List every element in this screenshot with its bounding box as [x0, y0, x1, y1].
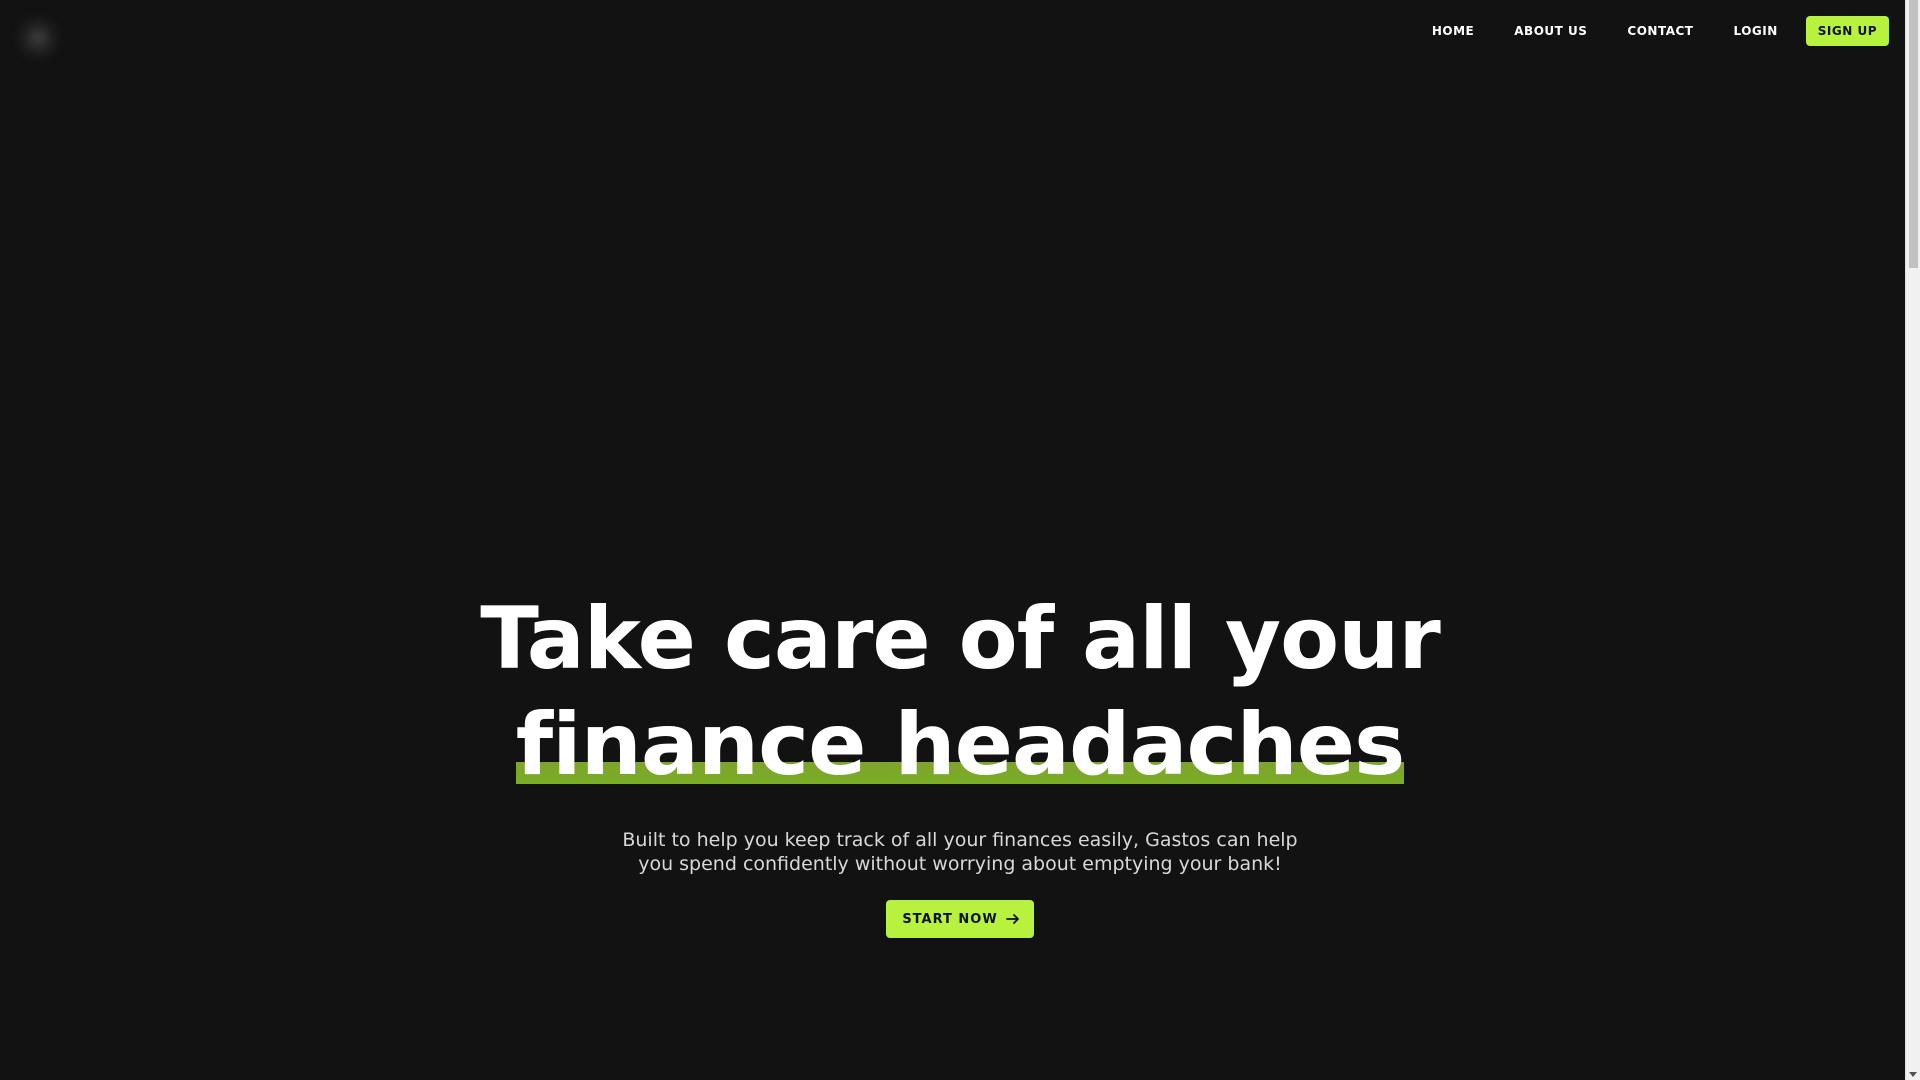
start-now-label: START NOW [902, 911, 998, 927]
nav-about-link[interactable]: ABOUT US [1494, 24, 1607, 38]
arrow-right-icon [1005, 912, 1020, 926]
start-now-button[interactable]: START NOW [886, 900, 1034, 938]
headline-line-2: finance headaches [515, 692, 1406, 798]
nav-login-link[interactable]: LOGIN [1714, 24, 1798, 38]
hero-subtitle: Built to help you keep track of all your… [610, 828, 1310, 876]
subtitle-line-1: Built to help you keep track of all your… [622, 829, 1298, 851]
scrollbar-thumb[interactable] [1909, 0, 1918, 268]
vertical-scrollbar[interactable] [1905, 0, 1920, 1080]
nav-contact-link[interactable]: CONTACT [1607, 24, 1713, 38]
signup-button[interactable]: SIGN UP [1805, 16, 1889, 46]
headline-line-2-text: finance headaches [515, 695, 1406, 795]
page: HOME ABOUT US CONTACT LOGIN SIGN UP Take… [0, 0, 1920, 1080]
headline-line-1: Take care of all your [480, 589, 1441, 689]
top-navbar: HOME ABOUT US CONTACT LOGIN SIGN UP [1432, 16, 1889, 46]
nav-home-link[interactable]: HOME [1432, 24, 1494, 38]
landing-content: HOME ABOUT US CONTACT LOGIN SIGN UP Take… [0, 0, 1905, 1080]
scroll-down-arrow-icon[interactable] [1909, 1072, 1917, 1077]
hero-headline: Take care of all your finance headaches [0, 586, 1920, 798]
logo[interactable] [14, 14, 62, 62]
hero-section: Take care of all your finance headaches … [0, 586, 1920, 938]
subtitle-line-2: you spend confidently without worrying a… [638, 853, 1282, 875]
